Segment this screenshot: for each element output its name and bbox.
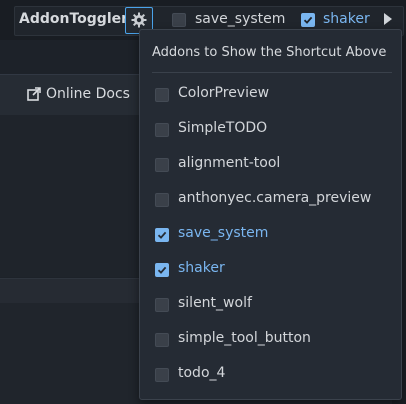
checkbox[interactable]: [155, 368, 169, 382]
checkbox[interactable]: [155, 123, 169, 137]
checkbox[interactable]: [155, 88, 169, 102]
addon-item-save-system[interactable]: save_system: [140, 217, 401, 252]
play-icon[interactable]: [384, 13, 392, 25]
addon-item-label: simple_tool_button: [178, 330, 311, 346]
addon-item-label: ColorPreview: [178, 85, 270, 101]
addons-popup-menu: Addons to Show the Shortcut Above ColorP…: [139, 29, 402, 400]
editor-window: Online Docs AddonToggler save_system sha…: [0, 0, 406, 404]
popup-separator: [152, 72, 392, 73]
toggle-shaker-checkbox[interactable]: [301, 13, 315, 27]
addon-item-silent-wolf[interactable]: silent_wolf: [140, 287, 401, 322]
addon-item-label: alignment-tool: [178, 155, 281, 171]
addon-item-label: SimpleTODO: [178, 120, 268, 136]
plugin-title: AddonToggler: [19, 11, 129, 27]
addon-item-label: silent_wolf: [178, 295, 252, 311]
checkbox[interactable]: [155, 193, 169, 207]
checkbox[interactable]: [155, 298, 169, 312]
addon-item-simpletodo[interactable]: SimpleTODO: [140, 112, 401, 147]
online-docs-label: Online Docs: [46, 86, 130, 102]
toggle-save-system-checkbox[interactable]: [172, 13, 186, 27]
gear-icon: [131, 12, 147, 28]
addon-item-label: save_system: [178, 225, 269, 241]
checkmark-icon: [303, 16, 313, 24]
addon-item-label: shaker: [178, 260, 225, 276]
addon-item-todo-4[interactable]: todo_4: [140, 357, 401, 392]
addon-item-label: anthonyec.camera_preview: [178, 190, 372, 206]
addon-item-camera-preview[interactable]: anthonyec.camera_preview: [140, 182, 401, 217]
toggle-save-system-label[interactable]: save_system: [195, 11, 285, 27]
checkbox[interactable]: [155, 263, 169, 277]
external-link-icon: [27, 87, 41, 101]
addon-item-simple-tool-button[interactable]: simple_tool_button: [140, 322, 401, 357]
addon-item-colorpreview[interactable]: ColorPreview: [140, 77, 401, 112]
addon-item-label: todo_4: [178, 365, 226, 381]
checkbox[interactable]: [155, 228, 169, 242]
popup-title: Addons to Show the Shortcut Above: [152, 45, 387, 60]
addon-item-shaker[interactable]: shaker: [140, 252, 401, 287]
addon-item-alignment-tool[interactable]: alignment-tool: [140, 147, 401, 182]
checkmark-icon: [157, 266, 167, 274]
checkmark-icon: [157, 231, 167, 239]
checkbox[interactable]: [155, 158, 169, 172]
toggle-shaker-label[interactable]: shaker: [323, 11, 370, 27]
checkbox[interactable]: [155, 333, 169, 347]
